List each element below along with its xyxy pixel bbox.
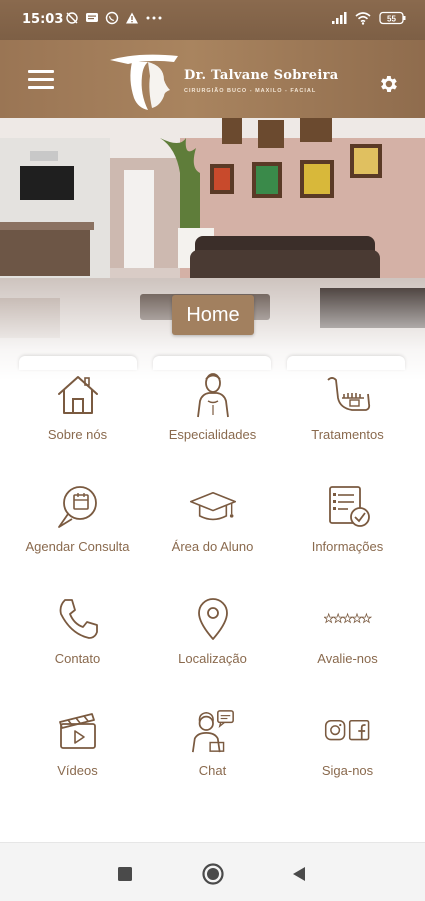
whatsapp-icon [105, 11, 119, 25]
status-time: 15:03 [22, 12, 64, 27]
location-pin-icon [189, 595, 237, 643]
hero-image [0, 118, 425, 380]
brand-title: Dr. Talvane Sobreira [184, 68, 339, 83]
menu-item-localizacao[interactable]: Localização [145, 589, 280, 701]
menu-item-especialidades[interactable]: Especialidades [145, 365, 280, 477]
graduation-cap-icon [189, 483, 237, 531]
menu-item-label: Chat [198, 763, 227, 778]
brand-subtitle: CIRURGIÃO BUCO - MAXILO - FACIAL [184, 88, 317, 94]
menu-item-label: Avalie-nos [317, 651, 378, 666]
phone-icon [54, 595, 102, 643]
menu-item-label: Localização [178, 651, 247, 666]
back-triangle-icon[interactable] [292, 866, 306, 887]
recents-square-icon[interactable] [118, 867, 132, 886]
calendar-chat-icon [54, 483, 102, 531]
wifi-icon [355, 12, 371, 25]
app-bar: Dr. Talvane Sobreira CIRURGIÃO BUCO - MA… [0, 40, 425, 125]
logo-mark-icon [110, 54, 178, 110]
status-bar: 15:03 55 [0, 0, 425, 40]
brand-logo: Dr. Talvane Sobreira CIRURGIÃO BUCO - MA… [108, 50, 348, 110]
checklist-icon [324, 483, 372, 531]
menu-item-label: Especialidades [168, 427, 257, 442]
menu-item-label: Sobre nós [47, 427, 108, 442]
chat-person-icon [189, 707, 237, 755]
message-icon [86, 13, 98, 22]
hamburger-menu-icon[interactable] [28, 70, 54, 92]
menu-item-label: Vídeos [57, 763, 98, 778]
instagram-facebook-icon [324, 707, 372, 755]
more-dots-icon [146, 16, 162, 20]
no-disturb-icon [66, 12, 78, 24]
warning-icon [126, 12, 138, 24]
status-left-icons [65, 11, 163, 25]
menu-item-siga-nos[interactable]: Siga-nos [280, 701, 415, 813]
page-title-badge: Home [172, 295, 254, 335]
stars-icon [323, 595, 372, 643]
home-circle-icon[interactable] [202, 863, 224, 890]
jaw-icon [324, 371, 372, 419]
menu-item-chat[interactable]: Chat [145, 701, 280, 813]
battery-level: 55 [387, 14, 396, 23]
menu-item-area-do-aluno[interactable]: Área do Aluno [145, 477, 280, 589]
menu-item-tratamentos[interactable]: Tratamentos [280, 365, 415, 477]
menu-item-label: Siga-nos [321, 763, 374, 778]
system-nav-bar [0, 842, 425, 901]
menu-item-label: Área do Aluno [171, 539, 254, 554]
menu-item-label: Informações [311, 539, 384, 554]
menu-item-label: Tratamentos [311, 427, 384, 442]
clapperboard-icon [54, 707, 102, 755]
menu-grid: Sobre nós Especialidades Tratamentos Age… [10, 365, 415, 813]
menu-item-agendar-consulta[interactable]: Agendar Consulta [10, 477, 145, 589]
menu-item-avalie-nos[interactable]: Avalie-nos [280, 589, 415, 701]
menu-item-informacoes[interactable]: Informações [280, 477, 415, 589]
status-right-icons: 55 [331, 11, 407, 25]
menu-item-label: Contato [54, 651, 101, 666]
house-icon [54, 371, 102, 419]
menu-item-sobre-nos[interactable]: Sobre nós [10, 365, 145, 477]
gear-icon[interactable] [377, 73, 399, 95]
person-icon [189, 371, 237, 419]
menu-item-label: Agendar Consulta [25, 539, 130, 554]
signal-icon [332, 12, 347, 24]
menu-item-videos[interactable]: Vídeos [10, 701, 145, 813]
menu-item-contato[interactable]: Contato [10, 589, 145, 701]
battery-icon: 55 [379, 11, 406, 25]
